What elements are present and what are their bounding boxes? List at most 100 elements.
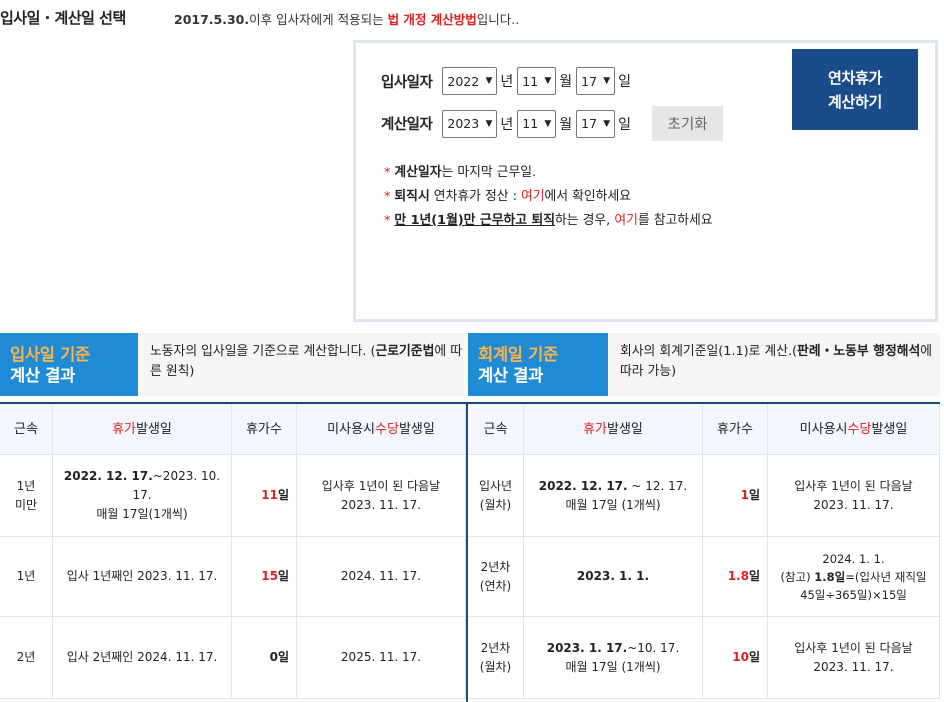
- note-bold: 퇴직시: [394, 189, 430, 204]
- count-value: 11: [261, 488, 278, 502]
- calc-day-select[interactable]: 17 ▼: [576, 109, 616, 138]
- leave-bold: 2022. 12. 17.: [63, 469, 153, 483]
- allow-line1: 입사후 1년이 된 다음날: [794, 640, 913, 655]
- header-red: 수당: [375, 421, 399, 437]
- header-allowance: 미사용시 수당 발생일: [297, 404, 466, 455]
- table-cell-allowance: 2024. 11. 17.: [297, 537, 466, 617]
- table-cell-count: 0일: [232, 617, 297, 699]
- calc-year-select[interactable]: 2023 ▼: [442, 109, 498, 138]
- table-cell-leave: 입사 1년째인 2023. 11. 17.: [53, 537, 232, 617]
- tenure-line1: 2년차: [480, 559, 511, 574]
- law-notice: 2017.5.30.이후 입사자에게 적용되는 법 개정 계산방법입니다..: [174, 9, 519, 28]
- table-cell-count: 15 일: [232, 537, 297, 617]
- note-link[interactable]: 여기: [521, 189, 545, 204]
- calc-date-row: 계산일자 2023 ▼ 년 11 ▼ 월 17 ▼ 일 초기화: [381, 106, 724, 141]
- table-cell-tenure: 2년차 (월차): [468, 617, 524, 699]
- calc-date-label: 계산일자: [381, 117, 433, 133]
- header-text: 발생일: [871, 421, 908, 437]
- asterisk-icon: *: [384, 213, 391, 228]
- right-section-title: 회계일 기준 계산 결과: [468, 333, 608, 396]
- allowance-text: 입사후 1년이 된 다음날 2023. 11. 17.: [794, 477, 912, 515]
- page-title: 입사일 · 계산일 선택: [0, 9, 126, 27]
- table-cell-tenure: 입사년 (월차): [468, 455, 524, 537]
- table-cell-leave: 입사 2년째인 2024. 11. 17.: [53, 617, 232, 699]
- leave-line2: 매월 17일(1개씩): [96, 507, 188, 521]
- count-value: 1.8: [727, 569, 749, 583]
- note-item: * 퇴직시 연차휴가 정산 : 여기에서 확인하세요: [384, 185, 713, 209]
- calc-month-select[interactable]: 11 ▼: [517, 109, 557, 138]
- note-text: 하는 경우,: [555, 213, 615, 228]
- table-cell-allowance: 입사후 1년이 된 다음날 2023. 11. 17.: [297, 455, 466, 537]
- tenure-line2: (월차): [479, 659, 512, 674]
- count-unit: 일: [748, 569, 760, 583]
- chevron-down-icon: ▼: [544, 118, 552, 129]
- desc-bold: 근로기준법: [375, 344, 435, 359]
- chevron-down-icon: ▼: [603, 118, 611, 129]
- note-text: 는 마지막 근무일.: [441, 165, 537, 180]
- note-item: * 만 1년(1월)만 근무하고 퇴직하는 경우, 여기를 참고하세요: [384, 209, 713, 233]
- unit-year: 년: [500, 116, 514, 133]
- allowance-text: 2024. 1. 1. (참고) 1.8일=(입사년 재직일 45일÷365일)×1…: [780, 550, 926, 604]
- leave-rest: ~ 12. 17.: [627, 478, 688, 493]
- tenure-text: 2년차 (연차): [480, 558, 511, 596]
- table-cell-tenure: 1년 미만: [0, 455, 53, 537]
- tenure-text: 2년차 (월차): [480, 639, 511, 677]
- join-day-select[interactable]: 17 ▼: [576, 67, 616, 95]
- header-tenure: 근속: [0, 404, 53, 455]
- table-cell-leave: 2023. 1. 17.~10. 17. 매월 17일 (1개씩): [524, 617, 703, 699]
- leave-bold: 2022. 12. 17.: [538, 478, 628, 493]
- join-year-select[interactable]: 2022 ▼: [442, 67, 498, 95]
- table-divider: [466, 402, 468, 702]
- table-cell-allowance: 2025. 11. 17.: [297, 617, 466, 699]
- right-section-desc: 회사의 회계기준일(1.1)로 계산.(판례・노동부 행정해석에 따라 가능): [608, 333, 940, 396]
- desc-text: 회사의 회계기준일(1.1)로 계산.(: [620, 344, 798, 359]
- tenure-line2: (월차): [479, 497, 512, 512]
- notice-end: 입니다..: [476, 12, 520, 27]
- leave-rest: ~10. 17.: [627, 640, 680, 655]
- count-value: 15: [261, 569, 278, 583]
- allow-formula: =(입사년 재직일: [845, 569, 927, 584]
- calculate-button-label: 연차휴가 계산하기: [828, 66, 882, 114]
- right-title-white: 계산 결과: [478, 366, 543, 385]
- notes-list: * 계산일자는 마지막 근무일. * 퇴직시 연차휴가 정산 : 여기에서 확인하세…: [384, 161, 713, 233]
- table-cell-leave: 2023. 1. 1.: [524, 537, 703, 617]
- table-cell-tenure: 1년: [0, 537, 53, 617]
- notice-date: 2017.5.30.: [174, 12, 250, 27]
- note-text: 를 참고하세요: [637, 213, 713, 228]
- chevron-down-icon: ▼: [603, 76, 611, 86]
- table-cell-count: 1.8 일: [703, 537, 768, 617]
- header-text: 미사용시: [799, 421, 848, 437]
- leave-bold: 2023. 1. 17.: [546, 640, 628, 655]
- reset-button[interactable]: 초기화: [652, 106, 724, 141]
- notice-link[interactable]: 법 개정 계산방법: [388, 12, 477, 27]
- calc-btn-line2: 계산하기: [827, 92, 882, 111]
- count-unit: 일: [277, 650, 289, 664]
- header-text: 발생일: [136, 421, 172, 437]
- join-day-value: 17: [581, 73, 598, 89]
- join-date-row: 입사일자 2022 ▼ 년 11 ▼ 월 17 ▼ 일: [381, 67, 635, 95]
- header-red: 휴가: [112, 421, 137, 437]
- chevron-down-icon: ▼: [485, 76, 493, 86]
- leave-line2: 매월 17일 (1개씩): [565, 497, 661, 512]
- note-link[interactable]: 여기: [614, 213, 638, 228]
- table-cell-count: 11 일: [232, 455, 297, 537]
- table-cell-count: 1일: [703, 455, 768, 537]
- header-red: 휴가: [583, 421, 608, 437]
- header-leave-date: 휴가 발생일: [524, 404, 703, 455]
- unit-year: 년: [500, 74, 514, 90]
- allowance-text: 입사후 1년이 된 다음날 2023. 11. 17.: [322, 477, 440, 515]
- tenure-line1: 입사년: [478, 478, 513, 493]
- join-date-label: 입사일자: [381, 74, 433, 91]
- table-cell-count: 10 일: [703, 617, 768, 699]
- calculate-button[interactable]: 연차휴가 계산하기: [792, 49, 918, 130]
- join-month-value: 11: [522, 73, 539, 89]
- notice-text: 이후 입사자에게 적용되는: [249, 12, 388, 27]
- calc-year-value: 2023: [447, 116, 480, 131]
- count-value: 1: [740, 488, 749, 502]
- header-text: 발생일: [607, 421, 643, 437]
- count-value: 10: [732, 650, 749, 664]
- allow-line1: 입사후 1년이 된 다음날: [321, 478, 441, 493]
- header-red: 수당: [847, 421, 872, 437]
- join-month-select[interactable]: 11 ▼: [517, 67, 557, 95]
- header-count: 휴가수: [703, 404, 768, 455]
